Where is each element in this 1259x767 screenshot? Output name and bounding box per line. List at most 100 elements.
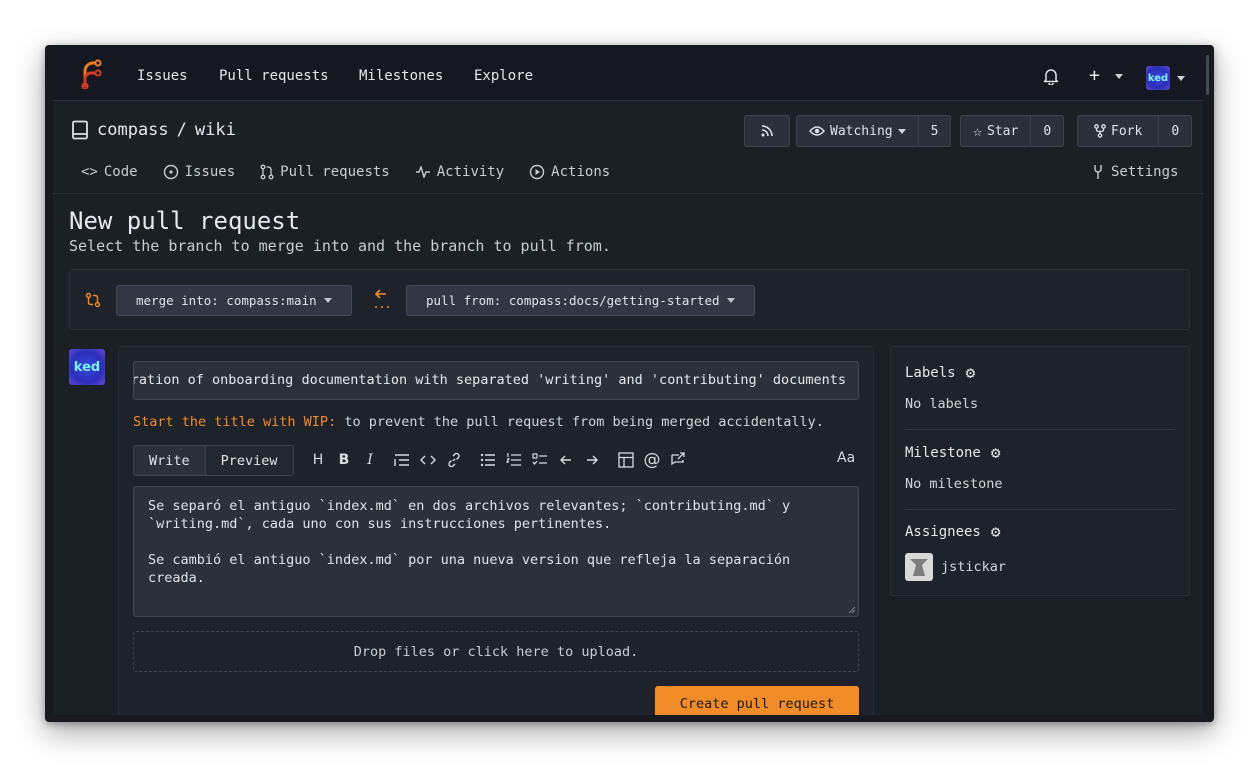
repo-header: compass / wiki Watching 5 ☆ Star 0 Fork … bbox=[53, 102, 1203, 194]
assignee-name: jstickar bbox=[941, 559, 1007, 575]
scrollbar[interactable] bbox=[1203, 45, 1212, 722]
fork-label: Fork bbox=[1111, 123, 1143, 139]
chevron-down-icon[interactable] bbox=[1177, 76, 1185, 81]
top-navbar: Issues Pull requests Milestones Explore … bbox=[53, 45, 1203, 101]
tab-pull-requests-label: Pull requests bbox=[280, 164, 390, 180]
nav-issues-link[interactable]: Issues bbox=[137, 68, 188, 84]
tab-settings-label: Settings bbox=[1111, 164, 1179, 180]
tab-pull-requests[interactable]: Pull requests bbox=[260, 164, 390, 180]
monospace-toggle[interactable]: Aa bbox=[837, 450, 855, 466]
watch-label: Watching bbox=[830, 123, 893, 139]
repo-name-link[interactable]: wiki bbox=[195, 120, 236, 140]
labels-section: Labels ⚙ No labels bbox=[905, 363, 978, 412]
issue-icon bbox=[163, 164, 178, 180]
bold-icon[interactable]: B bbox=[335, 451, 353, 469]
rss-button[interactable] bbox=[744, 115, 790, 147]
gear-icon[interactable]: ⚙ bbox=[991, 443, 1001, 462]
code-icon: <> bbox=[81, 164, 98, 180]
fork-count[interactable]: 0 bbox=[1158, 116, 1191, 146]
merge-into-label: merge into: compass:main bbox=[136, 293, 317, 308]
author-avatar[interactable]: ked bbox=[69, 349, 105, 385]
wip-hint: Start the title with WIP: to prevent the… bbox=[133, 414, 824, 430]
watch-button[interactable]: Watching bbox=[797, 116, 918, 146]
chevron-down-icon bbox=[897, 128, 906, 134]
fork-button[interactable]: Fork bbox=[1078, 116, 1158, 146]
divider bbox=[905, 509, 1175, 510]
merge-into-dropdown[interactable]: merge into: compass:main bbox=[116, 285, 352, 316]
tab-code-label: Code bbox=[103, 164, 138, 180]
assignees-section: Assignees ⚙ jstickar bbox=[905, 522, 1006, 581]
scrollbar-thumb[interactable] bbox=[1206, 55, 1209, 95]
chevron-down-icon bbox=[1114, 73, 1123, 79]
nav-milestones-link[interactable]: Milestones bbox=[359, 68, 443, 84]
italic-icon[interactable]: I bbox=[361, 451, 379, 469]
star-button[interactable]: ☆ Star bbox=[961, 116, 1030, 146]
rss-icon bbox=[761, 125, 773, 137]
numbered-list-icon[interactable] bbox=[505, 451, 523, 469]
user-avatar[interactable]: ked bbox=[1146, 66, 1170, 90]
assignee-item[interactable]: jstickar bbox=[905, 553, 1006, 581]
link-icon[interactable] bbox=[445, 451, 463, 469]
chevron-down-icon bbox=[726, 298, 735, 303]
table-icon[interactable] bbox=[617, 451, 635, 469]
pr-title-input[interactable]: Separation of onboarding documentation w… bbox=[133, 361, 859, 400]
pull-from-dropdown[interactable]: pull from: compass:docs/getting-started bbox=[406, 285, 755, 316]
nav-explore-link[interactable]: Explore bbox=[474, 68, 533, 84]
tab-activity[interactable]: Activity bbox=[415, 164, 504, 180]
chevron-down-icon bbox=[323, 298, 332, 303]
pr-title-value: Separation of onboarding documentation w… bbox=[133, 372, 846, 388]
repo-owner-link[interactable]: compass bbox=[97, 120, 169, 140]
eye-icon bbox=[809, 126, 825, 136]
resize-handle-icon[interactable] bbox=[848, 606, 856, 614]
gear-icon[interactable]: ⚙ bbox=[991, 522, 1001, 541]
page-title: New pull request bbox=[69, 207, 301, 235]
repo-tabs: <> Code Issues Pull requests Activity Ac… bbox=[81, 164, 610, 180]
tab-issues[interactable]: Issues bbox=[163, 164, 236, 180]
watch-button-group: Watching 5 bbox=[796, 115, 952, 147]
watch-count[interactable]: 5 bbox=[917, 116, 951, 146]
create-new-menu[interactable]: + bbox=[1089, 65, 1123, 86]
repo-path-separator: / bbox=[176, 120, 187, 140]
star-count[interactable]: 0 bbox=[1030, 116, 1063, 146]
file-dropzone[interactable]: Drop files or click here to upload. bbox=[133, 631, 859, 672]
pr-description-textarea[interactable]: Se separó el antiguo `index.md` en dos a… bbox=[133, 486, 859, 617]
tab-write[interactable]: Write bbox=[134, 446, 205, 475]
arrow-right-icon[interactable] bbox=[583, 451, 601, 469]
heading-icon[interactable]: H bbox=[309, 451, 327, 469]
labels-value: No labels bbox=[905, 396, 979, 412]
browser-window: Issues Pull requests Milestones Explore … bbox=[45, 45, 1214, 722]
tab-settings[interactable]: Settings bbox=[1091, 164, 1178, 180]
mention-icon[interactable]: @ bbox=[643, 450, 661, 470]
notifications-bell-icon[interactable] bbox=[1043, 67, 1059, 85]
page-subtitle: Select the branch to merge into and the … bbox=[69, 237, 611, 255]
dropzone-text: Drop files or click here to upload. bbox=[353, 643, 639, 660]
star-icon: ☆ bbox=[973, 122, 983, 140]
tab-activity-label: Activity bbox=[436, 164, 505, 180]
task-list-icon[interactable] bbox=[531, 451, 549, 469]
markdown-toolbar: H B I @ bbox=[309, 450, 687, 470]
cross-reference-icon[interactable] bbox=[669, 451, 687, 469]
assignee-avatar bbox=[905, 553, 933, 581]
milestone-value: No milestone bbox=[905, 476, 1003, 492]
tab-issues-label: Issues bbox=[184, 164, 236, 180]
pull-from-label: pull from: compass:docs/getting-started bbox=[426, 293, 720, 308]
code-icon[interactable] bbox=[419, 451, 437, 469]
quote-icon[interactable] bbox=[393, 451, 411, 469]
fork-icon bbox=[1094, 124, 1106, 138]
nav-pull-requests-link[interactable]: Pull requests bbox=[219, 68, 329, 84]
create-pull-request-button[interactable]: Create pull request bbox=[655, 686, 859, 715]
milestone-heading: Milestone bbox=[905, 444, 981, 461]
arrow-left-icon[interactable] bbox=[557, 451, 575, 469]
gear-icon[interactable]: ⚙ bbox=[966, 363, 976, 382]
tab-code[interactable]: <> Code bbox=[81, 164, 138, 180]
tab-actions[interactable]: Actions bbox=[529, 164, 610, 180]
forgejo-logo[interactable] bbox=[77, 59, 103, 89]
fork-button-group: Fork 0 bbox=[1077, 115, 1193, 147]
pulse-icon bbox=[415, 166, 430, 178]
bulleted-list-icon[interactable] bbox=[479, 451, 497, 469]
wip-hint-link[interactable]: Start the title with WIP: bbox=[133, 414, 336, 430]
repo-title: compass / wiki bbox=[71, 120, 236, 140]
milestone-section: Milestone ⚙ No milestone bbox=[905, 443, 1003, 492]
tab-preview[interactable]: Preview bbox=[204, 446, 293, 475]
play-circle-icon bbox=[529, 164, 545, 180]
